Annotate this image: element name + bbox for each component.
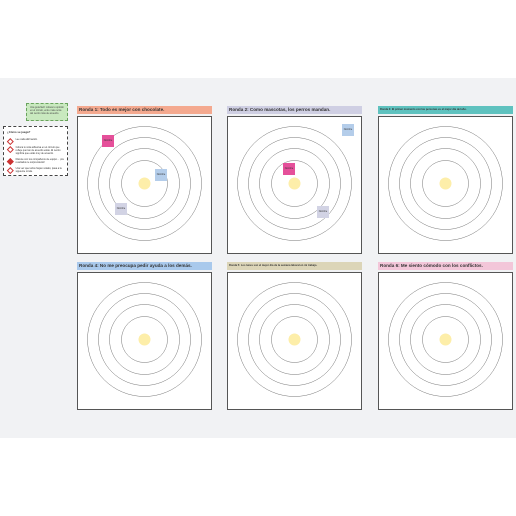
target-board[interactable] [378,272,513,410]
target-circles [237,126,352,241]
instruction-step: Lee cada afirmación. [7,137,64,145]
target-circles [87,282,202,397]
round-panel-5: Ronda 5: Los lunes son el mejor día de l… [227,262,362,411]
round-panel-3: Ronda 3: El primer momento con las perso… [378,106,513,255]
round-title[interactable]: Ronda 3: El primer momento con las perso… [378,106,513,114]
bullseye [288,333,301,346]
bullseye [288,177,301,190]
name-sticky-note[interactable]: Nombre [317,206,329,218]
name-sticky-note[interactable]: Nombre [283,163,295,175]
instruction-step-text: Una vez que todos hayan votado, pasa a l… [15,167,62,174]
intro-sticky-note[interactable]: Una guía fácil: coloca tu opinión en el … [26,103,68,121]
diamond-bullet-icon [7,166,14,174]
instructions-title: ¿Cómo se juega? [7,130,31,134]
intro-note-text: Una guía fácil: coloca tu opinión en el … [30,106,64,116]
round-title[interactable]: Ronda 6: Me siento cómodo con los confli… [378,262,513,270]
target-board[interactable]: Nombre Nombre Nombre [227,116,362,254]
round-title[interactable]: Ronda 4: No me preocupa pedir ayuda a lo… [77,262,212,270]
diamond-bullet-icon [7,157,14,165]
round-panel-6: Ronda 6: Me siento cómodo con los confli… [378,262,513,411]
round-title[interactable]: Ronda 1: Todo es mejor con chocolate. [77,106,212,114]
bullseye [439,333,452,346]
target-board[interactable] [227,272,362,410]
bullseye [138,177,151,190]
target-circles [388,126,503,241]
instruction-step: Una vez que todos hayan votado, pasa a l… [7,166,64,174]
round-panel-4: Ronda 4: No me preocupa pedir ayuda a lo… [77,262,212,411]
target-circles [237,282,352,397]
instruction-step-text: Coloca tu nota adhesiva en el círculo qu… [15,146,61,156]
instruction-step-text: Lee cada afirmación. [15,138,38,141]
round-panel-1: Ronda 1: Todo es mejor con chocolate. No… [77,106,212,255]
target-board[interactable] [378,116,513,254]
instruction-step: Discute con tus compañeros de equipo… ¡l… [7,157,64,165]
round-panel-2: Ronda 2: Como mascotas, los perros manda… [227,106,362,255]
diamond-bullet-icon [7,145,14,153]
name-sticky-note[interactable]: Nombre [155,169,167,181]
name-sticky-note[interactable]: Nombre [102,135,114,147]
target-circles [388,282,503,397]
instruction-step-text: Discute con tus compañeros de equipo… ¡l… [15,158,64,165]
target-board[interactable] [77,272,212,410]
diamond-bullet-icon [7,137,14,145]
instructions-card[interactable]: ¿Cómo se juega? Lee cada afirmación. Col… [3,126,68,176]
instruction-step: Coloca tu nota adhesiva en el círculo qu… [7,145,64,156]
round-title[interactable]: Ronda 2: Como mascotas, los perros manda… [227,106,362,114]
bullseye [439,177,452,190]
bullseye [138,333,151,346]
name-sticky-note[interactable]: Nombre [342,124,354,136]
target-board[interactable]: Nombre Nombre Nombre [77,116,212,254]
round-title[interactable]: Ronda 5: Los lunes son el mejor día de l… [227,262,362,270]
name-sticky-note[interactable]: Nombre [115,203,127,215]
